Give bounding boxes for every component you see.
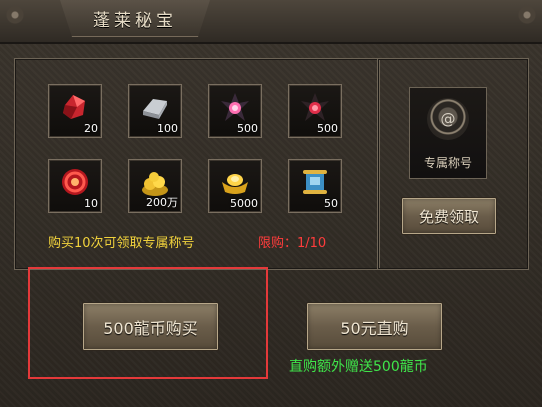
item-quantity: 10 [84,197,98,210]
dark-red-crystal-icon [301,93,329,121]
item-quantity: 20 [84,122,98,135]
item-slot[interactable]: 500 [288,84,342,138]
item-slot[interactable]: 10 [48,159,102,213]
item-quantity: 50 [324,197,338,210]
item-slot[interactable]: 200万 [128,159,182,213]
item-slot[interactable]: 50 [288,159,342,213]
item-quantity: 200万 [146,196,178,209]
purchase-hint-text: 购买10次可领取专属称号 [48,236,195,251]
buy-with-coins-button[interactable]: 500龍币购买 [82,302,219,351]
item-quantity: 100 [157,122,178,135]
direct-purchase-bonus-text: 直购额外赠送500龍币 [289,359,428,375]
title-badge-icon: @ [427,98,469,140]
scroll-icon [303,170,327,194]
item-slot[interactable]: 100 [128,84,182,138]
item-slot[interactable]: 5000 [208,159,262,213]
exclusive-title-label: 专属称号 [423,156,472,170]
item-quantity: 500 [317,122,338,135]
exclusive-title-slot[interactable]: @ 专属称号 [409,87,487,179]
corner-ornament [516,4,538,26]
item-slot[interactable]: 500 [208,84,262,138]
dark-pink-crystal-icon [221,93,249,121]
free-claim-button[interactable]: 免费领取 [401,197,497,235]
red-swirl-orb-icon [62,169,88,195]
corner-ornament [4,4,26,26]
gold-ingot-icon [222,174,248,194]
item-quantity: 500 [237,122,258,135]
window-title: 蓬莱秘宝 [93,11,177,31]
silver-bar-icon [143,99,167,119]
purchase-limit-text: 限购：1/10 [258,236,327,251]
direct-purchase-button[interactable]: 50元直购 [306,302,443,351]
red-gem-icon [63,95,85,119]
item-quantity: 5000 [230,197,258,210]
item-slot[interactable]: 20 [48,84,102,138]
